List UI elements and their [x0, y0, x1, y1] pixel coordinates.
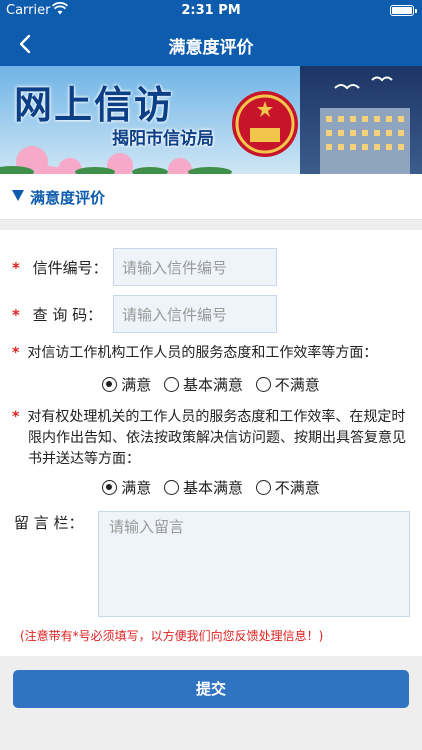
radio-icon [163, 377, 179, 392]
query-code-label: * 查 询 码： [12, 304, 102, 325]
navigation-bar: 满意度评价 [0, 22, 422, 66]
option-label: 满意 [121, 479, 152, 497]
question-2-line-1: 对有权处理机关的工作人员的服务态度和工作效率、在规定时 [27, 409, 406, 425]
battery-icon [390, 5, 417, 16]
query-code-input[interactable]: 请输入信件编号 [113, 295, 277, 333]
query-code-label-text: 查 询 码： [32, 306, 103, 324]
required-mark: * [12, 259, 20, 277]
question-2-line-2: 限内作出告知、依法按政策解决信访问题、按期出具答复意见 [28, 430, 406, 446]
triangle-down-icon [12, 190, 24, 201]
q1-option-basic[interactable]: 基本满意 [163, 374, 243, 395]
letter-number-label: * 信件编号： [12, 257, 108, 278]
q2-option-satisfied[interactable]: 满意 [102, 477, 151, 498]
required-note: (注意带有*号必须填写，以方便我们向您反馈处理信息！) [20, 629, 324, 643]
section-header: 满意度评价 [0, 174, 422, 220]
banner: 网上信访 揭阳市信访局 [0, 66, 422, 174]
q1-option-satisfied[interactable]: 满意 [102, 374, 151, 395]
message-label: 留 言 栏： [14, 514, 84, 532]
option-label: 不满意 [274, 376, 320, 394]
radio-checked-icon [102, 377, 118, 392]
radio-icon [255, 480, 271, 495]
required-mark: * [12, 345, 20, 361]
option-label: 不满意 [274, 479, 320, 497]
banner-title: 网上信访 [14, 82, 175, 127]
q2-option-unsatisfied[interactable]: 不满意 [255, 477, 320, 498]
evaluation-form: * 信件编号： 请输入信件编号 * 查 询 码： 请输入信件编号 * 对信访工作机… [0, 230, 422, 656]
option-label: 满意 [121, 376, 152, 394]
question-2: * 对有权处理机关的工作人员的服务态度和工作效率、在规定时 限内作出告知、依法按政… [12, 407, 412, 470]
q2-option-basic[interactable]: 基本满意 [163, 477, 243, 498]
section-title: 满意度评价 [30, 189, 106, 207]
status-bar: Carrier 2:31 PM [0, 0, 422, 22]
banner-subtitle: 揭阳市信访局 [112, 129, 214, 149]
letter-number-input[interactable]: 请输入信件编号 [113, 248, 277, 286]
letter-number-label-text: 信件编号： [32, 259, 108, 277]
option-label: 基本满意 [182, 376, 243, 394]
question-1-options: 满意 基本满意 不满意 [0, 374, 422, 395]
radio-checked-icon [102, 480, 118, 495]
question-1: * 对信访工作机构工作人员的服务态度和工作效率等方面： [12, 343, 377, 364]
q1-option-unsatisfied[interactable]: 不满意 [255, 374, 320, 395]
message-textarea[interactable]: 请输入留言 [98, 511, 410, 617]
question-1-text: 对信访工作机构工作人员的服务态度和工作效率等方面： [27, 345, 378, 361]
required-mark: * [12, 306, 20, 324]
clock-time: 2:31 PM [181, 3, 241, 18]
question-2-line-3: 书并送达等方面： [28, 451, 140, 467]
option-label: 基本满意 [182, 479, 243, 497]
radio-icon [255, 377, 271, 392]
page-title: 满意度评价 [168, 38, 254, 58]
radio-icon [163, 480, 179, 495]
question-2-options: 满意 基本满意 不满意 [0, 477, 422, 498]
required-mark: * [12, 409, 20, 425]
submit-button[interactable]: 提交 [13, 670, 409, 708]
